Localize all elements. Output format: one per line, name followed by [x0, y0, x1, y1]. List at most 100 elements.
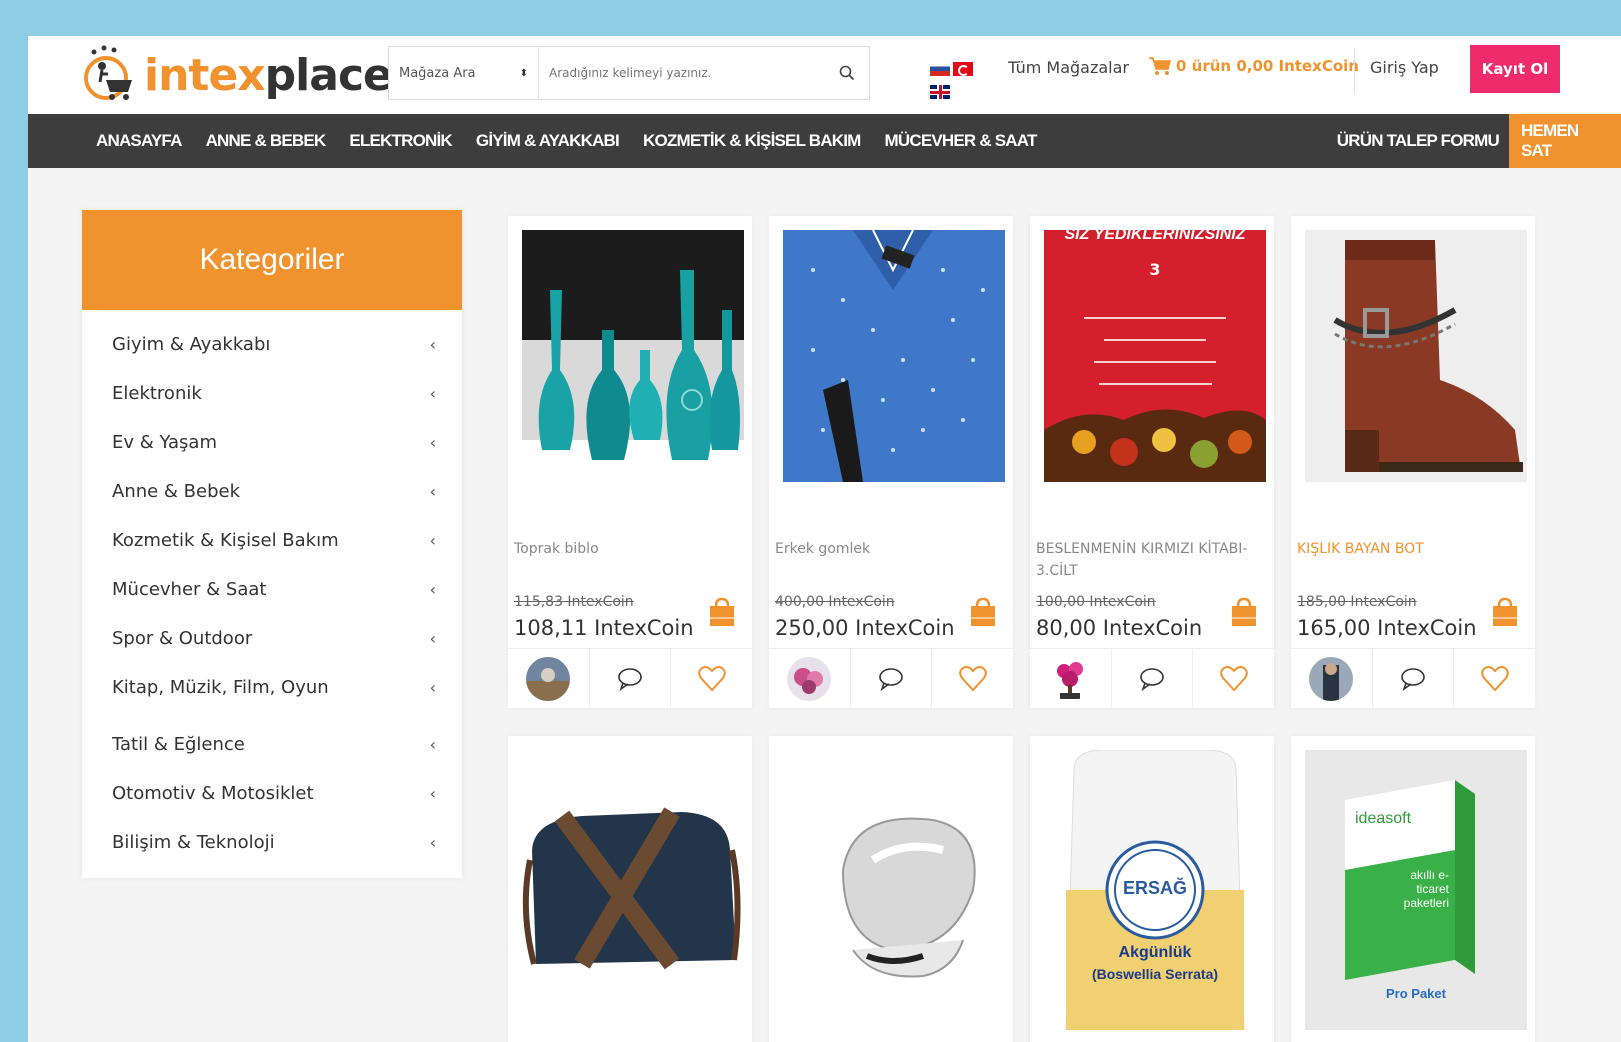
seller-cell[interactable]: [508, 649, 590, 708]
comment-cell[interactable]: [1373, 649, 1455, 708]
product-actions: [1030, 648, 1274, 708]
nav-request-form[interactable]: ÜRÜN TALEP FORMU: [1337, 131, 1500, 151]
logo-text: intexplace: [144, 50, 393, 101]
product-name[interactable]: BESLENMENİN KIRMIZI KİTABI-3.CİLT: [1036, 538, 1266, 582]
login-link[interactable]: Giriş Yap: [1370, 58, 1439, 77]
product-price: 108,11 IntexCoin: [514, 616, 694, 640]
product-name[interactable]: KIŞLIK BAYAN BOT: [1297, 538, 1527, 560]
category-list: Giyim & Ayakkabı ‹ Elektronik ‹ Ev & Yaşam…: [82, 310, 462, 867]
sidebar-item-label: Elektronik: [112, 383, 202, 404]
seller-avatar[interactable]: [787, 656, 832, 701]
seller-avatar[interactable]: [526, 656, 571, 701]
product-image[interactable]: [783, 230, 1005, 482]
heart-icon: [1219, 665, 1248, 691]
seller-avatar[interactable]: [1048, 656, 1093, 701]
flag-ru-icon[interactable]: [930, 62, 950, 76]
product-old-price: 400,00 IntexCoin: [775, 594, 895, 610]
search-button[interactable]: [825, 47, 869, 99]
chevron-left-icon: ‹: [429, 335, 436, 354]
product-card[interactable]: ERSAĞ Akgünlük (Boswellia Serrata): [1030, 736, 1274, 1042]
ideasoft-brand-label: ideasoft: [1355, 810, 1412, 827]
shopping-bag-icon[interactable]: [1489, 596, 1521, 632]
store-search-select[interactable]: Mağaza Ara ⬍: [389, 47, 539, 99]
sidebar-item-automotive[interactable]: Otomotiv & Motosiklet ‹: [82, 769, 462, 818]
product-name[interactable]: Toprak biblo: [514, 538, 744, 560]
shopping-bag-icon[interactable]: [967, 596, 999, 632]
all-stores-link[interactable]: Tüm Mağazalar: [1008, 58, 1129, 77]
chevron-left-icon: ‹: [429, 433, 436, 452]
sidebar-item-electronics[interactable]: Elektronik ‹: [82, 369, 462, 418]
sidebar-item-label: Tatil & Eğlence: [112, 734, 245, 755]
seller-cell[interactable]: [1030, 649, 1112, 708]
sidebar-item-label: Bilişim & Teknoloji: [112, 832, 275, 853]
sidebar-item-label: Spor & Outdoor: [112, 628, 253, 649]
search-bar: Mağaza Ara ⬍: [388, 46, 870, 100]
seller-avatar[interactable]: [1309, 656, 1354, 701]
ersag-brand-label: ERSAĞ: [1122, 878, 1187, 898]
favorite-cell[interactable]: [932, 649, 1013, 708]
product-actions: [508, 648, 752, 708]
nav-electronics[interactable]: ELEKTRONİK: [349, 131, 452, 151]
product-image[interactable]: [522, 230, 744, 482]
cart-link[interactable]: 0 ürün 0,00 IntexCoin: [1148, 56, 1359, 76]
favorite-cell[interactable]: [1454, 649, 1535, 708]
comment-icon: [879, 667, 903, 691]
product-old-price: 185,00 IntexCoin: [1297, 594, 1417, 610]
favorite-cell[interactable]: [671, 649, 752, 708]
sidebar-item-label: Kozmetik & Kişisel Bakım: [112, 530, 339, 551]
nav-jewelry-watch[interactable]: MÜCEVHER & SAAT: [885, 131, 1038, 151]
cart-icon: [1149, 57, 1171, 75]
sidebar-item-mother-baby[interactable]: Anne & Bebek ‹: [82, 467, 462, 516]
sidebar-item-holiday[interactable]: Tatil & Eğlence ‹: [82, 720, 462, 769]
comment-cell[interactable]: [851, 649, 933, 708]
favorite-cell[interactable]: [1193, 649, 1274, 708]
sidebar-title: Kategoriler: [82, 210, 462, 310]
nav-sell-now[interactable]: HEMEN SAT: [1509, 114, 1621, 168]
product-price: 165,00 IntexCoin: [1297, 616, 1477, 640]
comment-cell[interactable]: [590, 649, 672, 708]
nav-clothing-shoes[interactable]: GİYİM & AYAKKABI: [476, 131, 620, 151]
shopping-bag-icon[interactable]: [706, 596, 738, 632]
product-card[interactable]: ideasoft akıllı e-ticaret paketleri Pro …: [1291, 736, 1535, 1042]
seller-cell[interactable]: [769, 649, 851, 708]
product-name[interactable]: Erkek gomlek: [775, 538, 1005, 560]
product-image[interactable]: [783, 750, 1005, 1030]
nav-mother-baby[interactable]: ANNE & BEBEK: [206, 131, 327, 151]
shopping-bag-icon[interactable]: [1228, 596, 1260, 632]
sidebar-item-books[interactable]: Kitap, Müzik, Film, Oyun ‹: [82, 663, 462, 712]
product-card[interactable]: Toprak biblo 115,83 IntexCoin 108,11 Int…: [508, 216, 752, 708]
product-image[interactable]: [522, 750, 744, 1030]
product-image[interactable]: ERSAĞ Akgünlük (Boswellia Serrata): [1044, 750, 1266, 1030]
register-button[interactable]: Kayıt Ol: [1470, 45, 1560, 93]
ersag-product-sublabel: (Boswellia Serrata): [1091, 966, 1219, 982]
sidebar-item-cosmetics[interactable]: Kozmetik & Kişisel Bakım ‹: [82, 516, 462, 565]
search-input[interactable]: [539, 47, 825, 99]
product-old-price: 100,00 IntexCoin: [1036, 594, 1156, 610]
chevron-left-icon: ‹: [429, 833, 436, 852]
product-card[interactable]: KIŞLIK BAYAN BOT 185,00 IntexCoin 165,00…: [1291, 216, 1535, 708]
sidebar-item-sports[interactable]: Spor & Outdoor ‹: [82, 614, 462, 663]
product-card[interactable]: SİZ YEDİKLERİNİZSİNİZ 3 BESLENMENİN KIRM…: [1030, 216, 1274, 708]
product-card[interactable]: [769, 736, 1013, 1042]
nav-home[interactable]: ANASAYFA: [96, 131, 182, 151]
seller-cell[interactable]: [1291, 649, 1373, 708]
product-image[interactable]: SİZ YEDİKLERİNİZSİNİZ 3: [1044, 230, 1266, 482]
chevron-left-icon: ‹: [429, 384, 436, 403]
sidebar-item-it-tech[interactable]: Bilişim & Teknoloji ‹: [82, 818, 462, 867]
site-logo[interactable]: intexplace: [80, 42, 393, 108]
product-image[interactable]: ideasoft akıllı e-ticaret paketleri Pro …: [1305, 750, 1527, 1030]
sidebar-item-home-living[interactable]: Ev & Yaşam ‹: [82, 418, 462, 467]
chevron-left-icon: ‹: [429, 735, 436, 754]
flag-uk-icon[interactable]: [930, 85, 950, 99]
flag-tr-icon[interactable]: [953, 62, 973, 76]
sidebar-item-clothing[interactable]: Giyim & Ayakkabı ‹: [82, 320, 462, 369]
nav-cosmetics[interactable]: KOZMETİK & KİŞİSEL BAKIM: [643, 131, 861, 151]
sidebar-item-label: Anne & Bebek: [112, 481, 241, 502]
sidebar-item-jewelry[interactable]: Mücevher & Saat ‹: [82, 565, 462, 614]
product-image[interactable]: [1305, 230, 1527, 482]
product-card[interactable]: Erkek gomlek 400,00 IntexCoin 250,00 Int…: [769, 216, 1013, 708]
comment-cell[interactable]: [1112, 649, 1194, 708]
comment-icon: [1401, 667, 1425, 691]
chevron-left-icon: ‹: [429, 482, 436, 501]
product-card[interactable]: [508, 736, 752, 1042]
